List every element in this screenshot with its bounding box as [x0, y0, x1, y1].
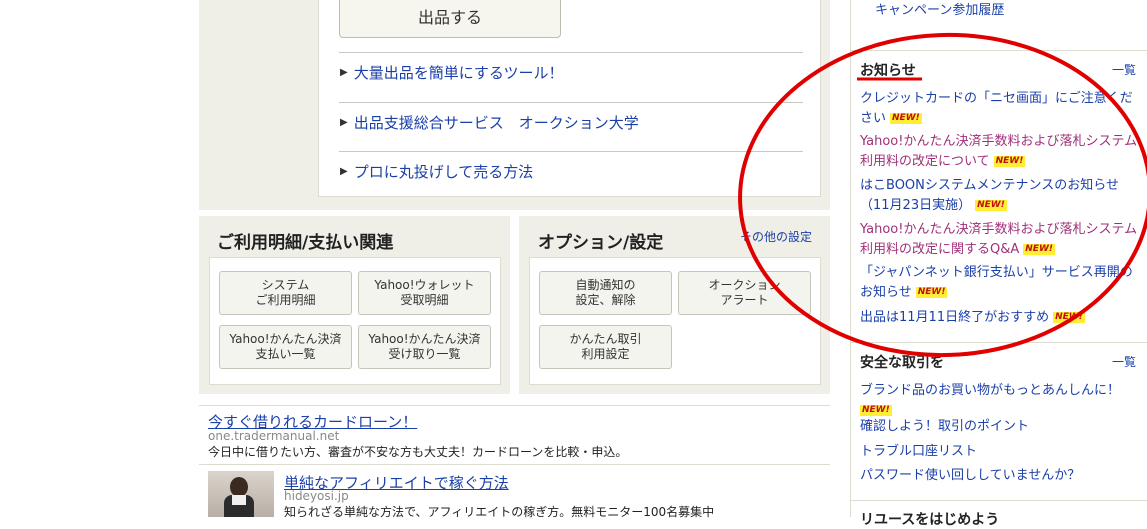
red-ellipse-annotation: [738, 32, 1147, 358]
